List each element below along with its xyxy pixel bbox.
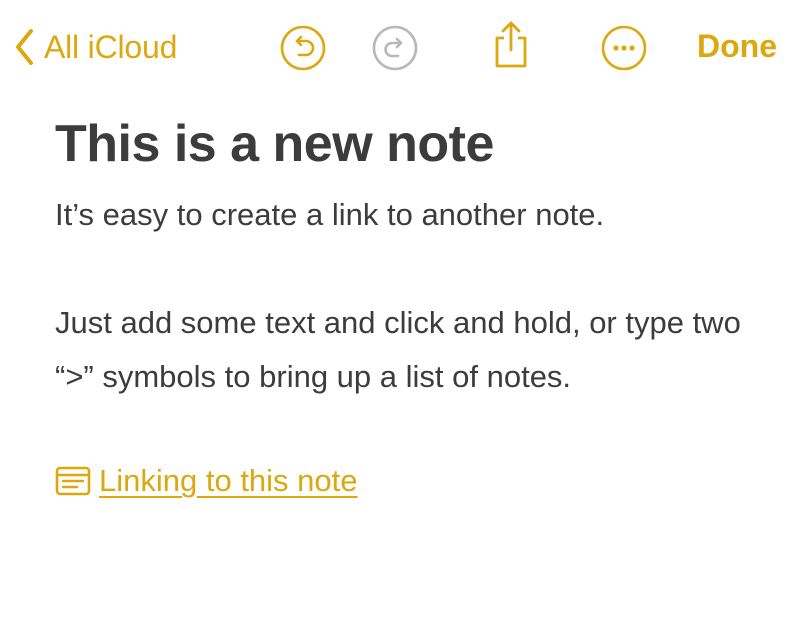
back-button-label: All iCloud	[44, 28, 178, 65]
note-title[interactable]: This is a new note	[55, 108, 775, 180]
more-button[interactable]	[600, 24, 648, 72]
undo-button[interactable]	[279, 24, 327, 72]
undo-icon	[280, 25, 326, 71]
redo-icon	[372, 25, 418, 71]
share-icon	[495, 21, 527, 68]
ellipsis-circle-icon	[601, 25, 647, 71]
note-body[interactable]: This is a new note It’s easy to create a…	[55, 108, 775, 499]
redo-button[interactable]	[371, 24, 419, 72]
note-icon	[55, 466, 91, 496]
note-link-label[interactable]: Linking to this note	[99, 463, 358, 499]
done-button[interactable]: Done	[697, 28, 777, 65]
share-button[interactable]	[487, 20, 535, 68]
note-link[interactable]: Linking to this note	[55, 463, 775, 499]
back-button[interactable]: All iCloud	[14, 26, 177, 68]
top-toolbar: All iCloud Done	[0, 0, 807, 96]
note-paragraph[interactable]: It’s easy to create a link to another no…	[55, 188, 775, 242]
note-paragraph[interactable]: Just add some text and click and hold, o…	[55, 296, 775, 404]
chevron-left-icon	[16, 29, 33, 65]
